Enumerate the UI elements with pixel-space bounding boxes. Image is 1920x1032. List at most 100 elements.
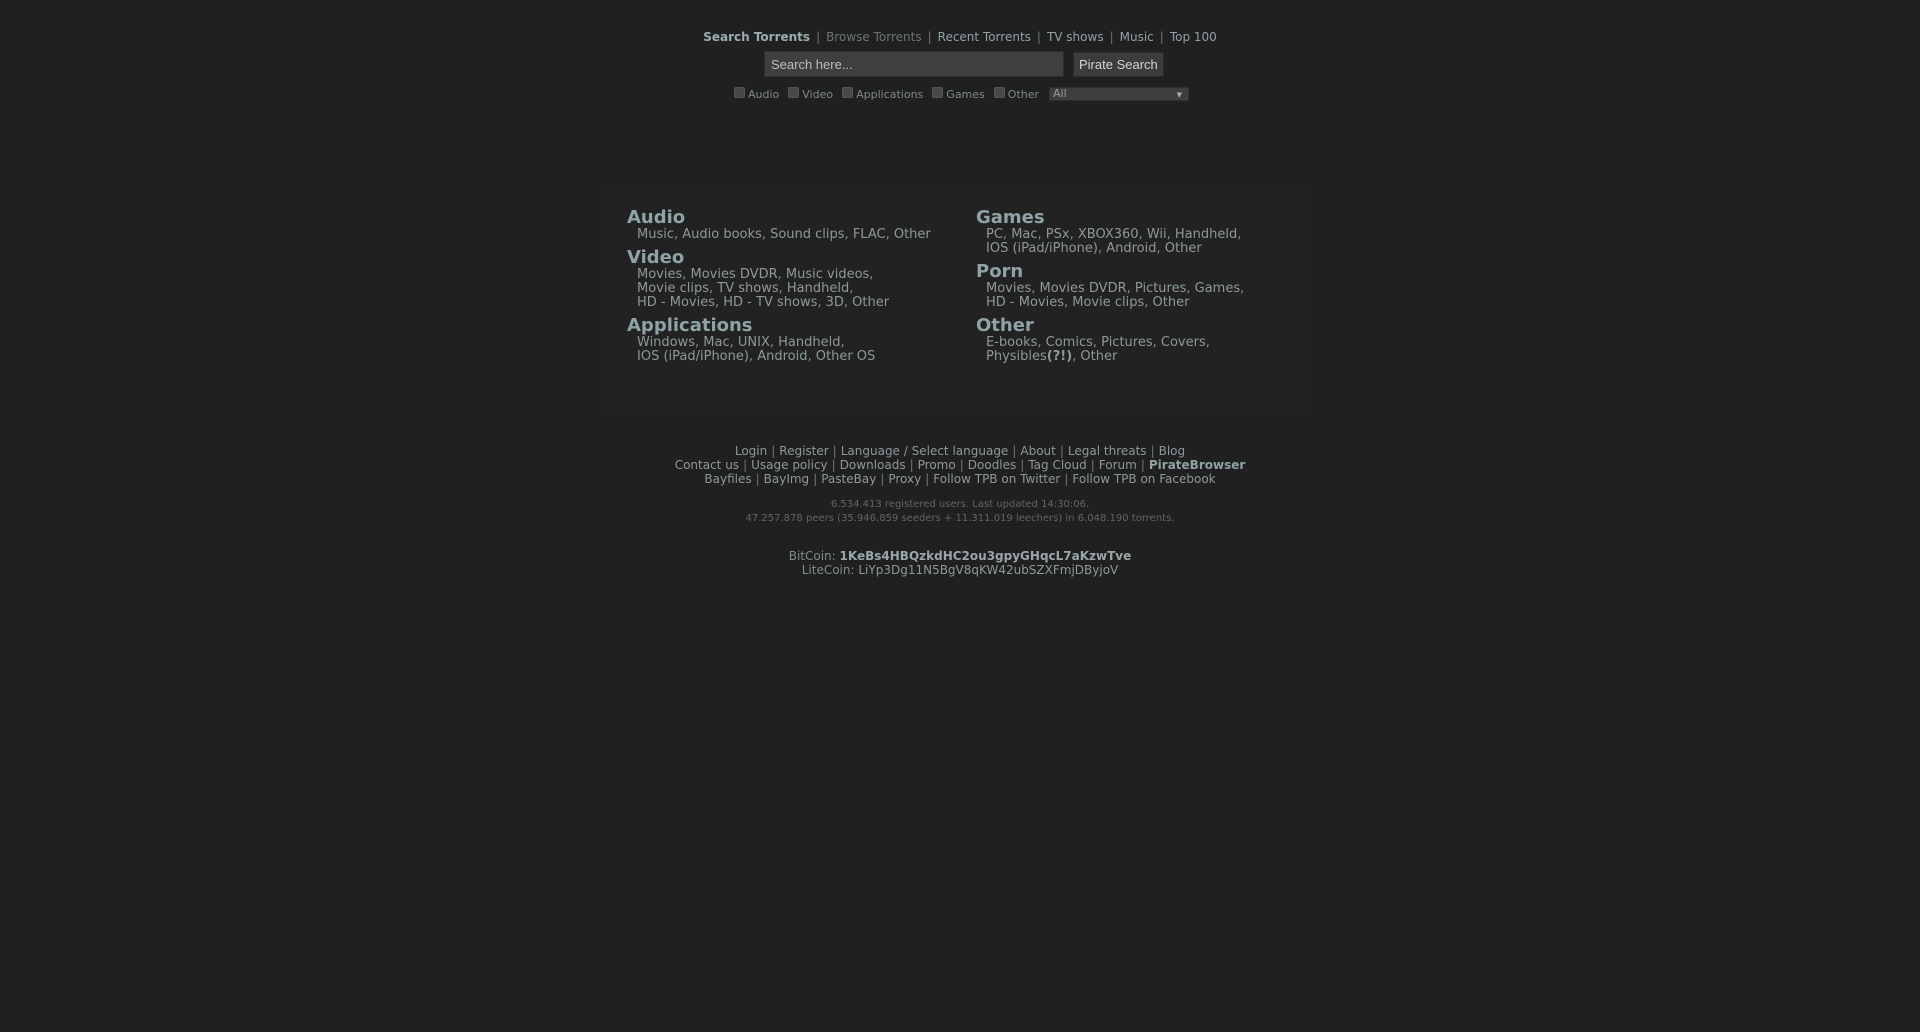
footer-row: Login | Register | Language / Select languag… [0,444,1920,458]
search-input[interactable] [764,51,1064,77]
checkbox-audio[interactable] [734,86,745,98]
subcategory-link[interactable]: IOS (iPad/iPhone) [637,349,749,364]
footer-link-piratebrowser[interactable]: PirateBrowser [1149,458,1245,472]
footer-link-twitter[interactable]: Follow TPB on Twitter [933,472,1060,486]
filter-applications[interactable]: Applications [842,86,923,101]
subcategory-link[interactable]: Games [1195,281,1240,296]
subcategory-link[interactable]: PC [986,227,1003,242]
subcategory-link[interactable]: Mac [1011,227,1037,242]
category-title-other[interactable]: Other [976,315,1034,336]
subcategory-link[interactable]: Mac [703,335,729,350]
subcategory-link[interactable]: HD - TV shows [723,295,817,310]
footer-link-downloads[interactable]: Downloads [840,458,906,472]
bitcoin-row: BitCoin: 1KeBs4HBQzkdHC2ou3gpyGHqcL7aKzw… [0,549,1920,563]
subcategory-link[interactable]: Pictures [1101,335,1152,350]
subcategory-link[interactable]: Handheld [778,335,840,350]
subcategory-link[interactable]: IOS (iPad/iPhone) [986,241,1098,256]
subcategory-link[interactable]: Movies [637,267,682,282]
subcategory-link[interactable]: Covers [1161,335,1206,350]
subcategory-link[interactable]: (?!) [1047,349,1072,364]
subcategory-link[interactable]: TV shows [717,281,778,296]
footer-link-doodles[interactable]: Doodles [968,458,1017,472]
footer-link-bayfiles[interactable]: Bayfiles [704,472,751,486]
footer-link-about[interactable]: About [1020,444,1055,458]
footer-link-login[interactable]: Login [735,444,767,458]
category-title-video[interactable]: Video [627,247,684,268]
nav-search-torrents[interactable]: Search Torrents [703,30,810,44]
subcategory-link[interactable]: Other [894,227,931,242]
footer-link-contact[interactable]: Contact us [675,458,739,472]
subcategory-link[interactable]: Wii [1147,227,1167,242]
footer-link-pastebay[interactable]: PasteBay [821,472,876,486]
subcategory-link[interactable]: FLAC [853,227,886,242]
subcategory-link[interactable]: Other [1165,241,1202,256]
subcategory-link[interactable]: Other [852,295,889,310]
category-links-porn: Movies, Movies DVDR, Pictures, Games, HD… [986,281,1245,310]
filter-video[interactable]: Video [788,86,833,101]
footer-link-legal-threats[interactable]: Legal threats [1068,444,1147,458]
litecoin-row: LiteCoin: LiYp3Dg11N5BgV8qKW42ubSZXFmjDB… [0,563,1920,577]
subcategory-link[interactable]: Pictures [1135,281,1186,296]
subcategory-link[interactable]: Sound clips [770,227,844,242]
checkbox-other[interactable] [993,86,1005,98]
subcategory-link[interactable]: E-books [986,335,1037,350]
subcategory-link[interactable]: Music videos [786,267,869,282]
litecoin-address[interactable]: LiYp3Dg11N5BgV8qKW42ubSZXFmjDByjoV [858,563,1118,577]
subcategory-link[interactable]: Other [1153,295,1190,310]
nav-recent-torrents[interactable]: Recent Torrents [938,30,1031,44]
footer-link-language[interactable]: Language / Select language [841,444,1009,458]
subcategory-link[interactable]: Physibles [986,349,1047,364]
footer-link-tag-cloud[interactable]: Tag Cloud [1028,458,1086,472]
subcategory-link[interactable]: UNIX [738,335,770,350]
subcategory-link[interactable]: Comics [1046,335,1093,350]
subcategory-link[interactable]: Movies DVDR [691,267,778,282]
subcategory-link[interactable]: Handheld [787,281,849,296]
footer-link-bayimg[interactable]: BayImg [764,472,810,486]
subcategory-link[interactable]: Music [637,227,674,242]
category-title-applications[interactable]: Applications [627,315,753,336]
footer-link-facebook[interactable]: Follow TPB on Facebook [1072,472,1215,486]
checkbox-video[interactable] [788,86,800,98]
subcategory-link[interactable]: Other [1080,349,1117,364]
subcategory-link[interactable]: Handheld [1175,227,1237,242]
footer-link-forum[interactable]: Forum [1099,458,1137,472]
subcategory-link[interactable]: Windows [637,335,695,350]
category-games: Games PC, Mac, PSx, XBOX360, Wii, Handhe… [976,207,1296,256]
subcategory-link[interactable]: PSx [1046,227,1070,242]
checkbox-applications[interactable] [842,86,854,98]
nav-tv-shows[interactable]: TV shows [1047,30,1104,44]
category-title-porn[interactable]: Porn [976,261,1023,282]
subcategory-link[interactable]: HD - Movies [986,295,1064,310]
footer-link-blog[interactable]: Blog [1159,444,1186,458]
subcategory-link[interactable]: HD - Movies [637,295,715,310]
footer-separator: | [832,444,837,458]
subcategory-link[interactable]: Audio books [682,227,762,242]
nav-music[interactable]: Music [1120,30,1154,44]
subcategory-link[interactable]: Movie clips [1072,295,1144,310]
category-select[interactable]: All ▼ [1049,87,1190,101]
footer-link-register[interactable]: Register [779,444,828,458]
nav-browse-torrents[interactable]: Browse Torrents [826,30,921,44]
subcategory-link[interactable]: XBOX360 [1078,227,1139,242]
subcategory-link[interactable]: Android [1106,241,1156,256]
filter-other[interactable]: Other [993,86,1039,101]
pirate-search-button[interactable]: Pirate Search [1073,51,1164,77]
category-title-audio[interactable]: Audio [627,207,685,228]
category-title-games[interactable]: Games [976,207,1045,228]
nav-top-100[interactable]: Top 100 [1170,30,1217,44]
subcategory-link[interactable]: Android [757,349,807,364]
footer-link-proxy[interactable]: Proxy [888,472,921,486]
footer-link-usage-policy[interactable]: Usage policy [751,458,828,472]
subcategory-link[interactable]: Movies [986,281,1031,296]
subcategory-link[interactable]: Movies DVDR [1040,281,1127,296]
checkbox-games[interactable] [932,86,944,98]
footer-link-promo[interactable]: Promo [918,458,956,472]
subcategory-link[interactable]: Movie clips [637,281,709,296]
subcategory-link[interactable]: Other OS [816,349,876,364]
footer-separator: | [1140,458,1145,472]
filter-games[interactable]: Games [932,86,985,101]
filter-audio[interactable]: Audio [734,86,779,101]
stats-users: 6.534.413 registered users. Last updated… [830,499,1090,510]
bitcoin-address[interactable]: 1KeBs4HBQzkdHC2ou3gpyGHqcL7aKzwTve [840,549,1132,563]
subcategory-link[interactable]: 3D [826,295,844,310]
